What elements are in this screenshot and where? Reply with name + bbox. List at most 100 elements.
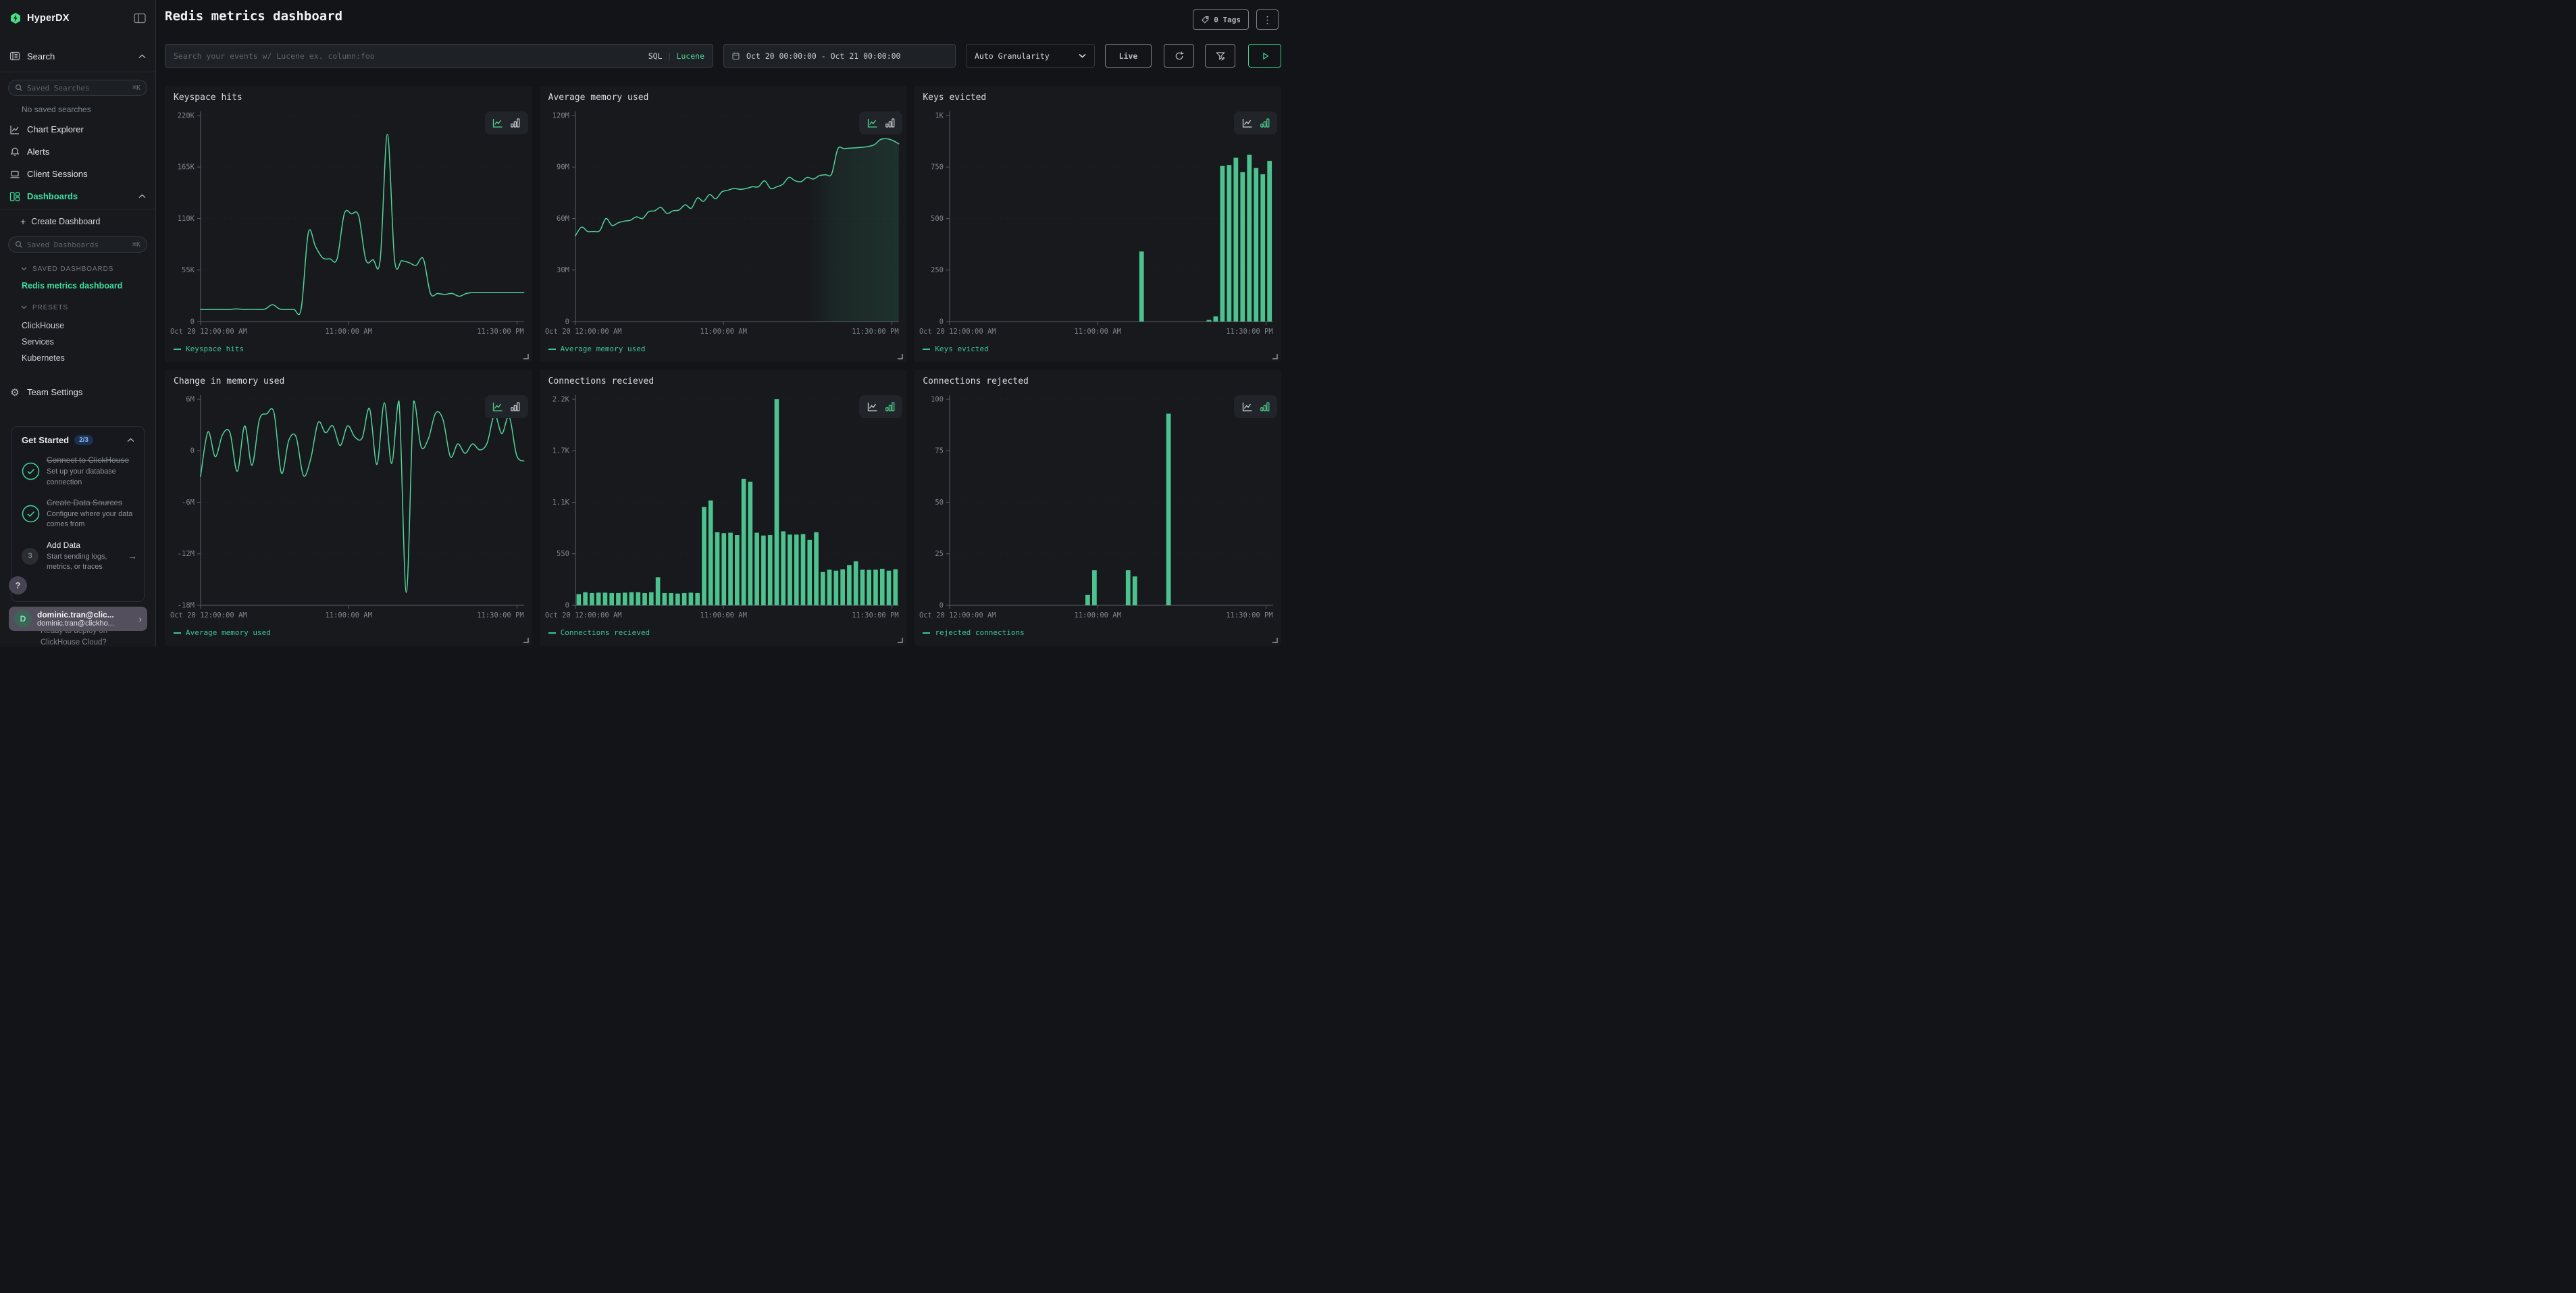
step-title: Create Data Sources (47, 497, 134, 508)
live-button[interactable]: Live (1105, 44, 1152, 68)
sidebar-item-alerts[interactable]: Alerts (0, 141, 155, 163)
bar-chart-toggle-icon[interactable] (511, 402, 520, 411)
y-tick-label: 0 (565, 318, 569, 326)
main-content: Redis metrics dashboard 0 Tags ⋮ SQL | L… (157, 0, 1288, 646)
play-icon (1260, 51, 1270, 61)
y-tick-label: 0 (939, 601, 944, 609)
user-menu[interactable]: D dominic.tran@clic... dominic.tran@clic… (9, 607, 147, 631)
get-started-step-datasources[interactable]: Create Data Sources Configure where your… (22, 497, 134, 530)
chart-panel: Connections recieved 2.2K1.7K1.1K5500Oct… (540, 370, 907, 646)
panel-resize-handle[interactable] (897, 637, 903, 643)
line-chart-toggle-icon[interactable] (1242, 118, 1253, 128)
date-range-picker[interactable]: Oct 20 00:00:00 - Oct 21 00:00:00 (723, 44, 956, 68)
panel-resize-handle[interactable] (1272, 637, 1278, 643)
granularity-select[interactable]: Auto Granularity (966, 44, 1095, 68)
x-tick-label: Oct 20 12:00:00 AM (919, 328, 996, 336)
panel-resize-handle[interactable] (523, 353, 529, 359)
y-tick-label: 550 (557, 550, 569, 558)
bar-chart-toggle-icon[interactable] (885, 118, 895, 128)
chart-legend[interactable]: Keys evicted (923, 345, 988, 353)
y-tick-label: -18M (178, 601, 195, 609)
help-button[interactable]: ? (9, 576, 27, 594)
event-search: SQL | Lucene (165, 44, 713, 68)
line-chart-toggle-icon[interactable] (1242, 402, 1253, 411)
filter-button[interactable] (1205, 44, 1235, 68)
chart-plot: 2.2K1.7K1.1K5500Oct 20 12:00:00 AM11:00:… (540, 370, 907, 646)
sidebar-item-client-sessions[interactable]: Client Sessions (0, 163, 155, 185)
chart-panel: Average memory used 120M90M60M30M0Oct 20… (540, 86, 907, 362)
run-query-button[interactable] (1248, 44, 1281, 68)
panel-resize-handle[interactable] (523, 637, 529, 643)
get-started-step-add-data[interactable]: 3 Add Data Start sending logs, metrics, … (22, 540, 134, 573)
saved-dashboards-input[interactable] (27, 240, 132, 249)
chart-legend-label: Keyspace hits (186, 345, 244, 353)
chart-legend[interactable]: Average memory used (548, 345, 646, 353)
y-tick-label: 75 (935, 447, 944, 455)
panel-resize-handle[interactable] (1272, 353, 1278, 359)
chevron-up-icon (127, 438, 134, 442)
sidebar-item-preset-services[interactable]: Services (0, 334, 155, 350)
saved-searches-search[interactable]: ⌘K (8, 80, 147, 96)
chart-legend[interactable]: Connections recieved (548, 628, 650, 637)
sidebar-item-search[interactable]: Search (0, 46, 155, 66)
chart-legend[interactable]: Keyspace hits (174, 345, 244, 353)
tags-button[interactable]: 0 Tags (1193, 9, 1249, 30)
chart-view-toggle (859, 395, 902, 418)
get-started-step-connect[interactable]: Connect to ClickHouse Set up your databa… (22, 455, 134, 488)
sidebar-collapse-icon[interactable] (134, 13, 146, 24)
saved-dashboards-section-header[interactable]: SAVED DASHBOARDS (0, 263, 155, 274)
saved-searches-input[interactable] (27, 84, 132, 93)
chevron-down-icon (21, 267, 27, 271)
chart-title: Change in memory used (174, 376, 284, 386)
check-circle-icon (22, 505, 40, 523)
search-section-icon (9, 51, 20, 61)
chart-legend[interactable]: Average memory used (174, 628, 271, 637)
x-tick-label: 11:00:00 AM (1075, 328, 1121, 336)
x-tick-label: Oct 20 12:00:00 AM (170, 328, 247, 336)
get-started-header[interactable]: Get Started 2/3 (22, 435, 134, 445)
sidebar-item-preset-kubernetes[interactable]: Kubernetes (0, 350, 155, 366)
x-tick-label: 11:00:00 AM (1075, 611, 1121, 619)
panel-resize-handle[interactable] (897, 353, 903, 359)
step-title: Add Data (47, 540, 134, 551)
hyperdx-logo-icon (9, 12, 22, 24)
bar-chart-toggle-icon[interactable] (511, 118, 520, 128)
sidebar-item-redis-dashboard[interactable]: Redis metrics dashboard (0, 278, 155, 293)
presets-section-header[interactable]: PRESETS (0, 302, 155, 313)
laptop-icon (9, 169, 20, 180)
bar-chart-toggle-icon[interactable] (885, 402, 895, 411)
create-dashboard-button[interactable]: + Create Dashboard (0, 212, 155, 231)
line-chart-toggle-icon[interactable] (492, 402, 503, 411)
x-tick-label: 11:00:00 AM (700, 611, 746, 619)
line-chart-toggle-icon[interactable] (867, 118, 878, 128)
y-tick-label: 25 (935, 550, 944, 558)
sidebar-item-dashboards[interactable]: Dashboards (0, 185, 155, 207)
bar-chart-toggle-icon[interactable] (1260, 402, 1270, 411)
x-tick-label: 11:30:00 PM (852, 328, 898, 336)
chart-legend[interactable]: rejected connections (923, 628, 1024, 637)
y-tick-label: 6M (186, 395, 195, 403)
shortcut-badge: ⌘K (132, 84, 140, 92)
y-tick-label: 220K (178, 111, 195, 120)
y-tick-label: 1.7K (552, 447, 569, 455)
chart-plot: 120M90M60M30M0Oct 20 12:00:00 AM11:00:00… (540, 86, 907, 362)
line-chart-toggle-icon[interactable] (492, 118, 503, 128)
sidebar-item-preset-clickhouse[interactable]: ClickHouse (0, 318, 155, 334)
bar-chart-toggle-icon[interactable] (1260, 118, 1270, 128)
sidebar-item-team-settings[interactable]: ⚙ Team Settings (0, 382, 155, 401)
tags-button-label: 0 Tags (1214, 16, 1241, 24)
sidebar-item-chart-explorer[interactable]: Chart Explorer (0, 118, 155, 141)
y-tick-label: 750 (931, 163, 944, 172)
more-menu-button[interactable]: ⋮ (1256, 9, 1279, 30)
sql-mode-toggle[interactable]: SQL (648, 51, 663, 61)
legend-dash (923, 349, 930, 350)
line-chart-toggle-icon[interactable] (867, 402, 878, 411)
refresh-button[interactable] (1164, 44, 1194, 68)
lucene-mode-toggle[interactable]: Lucene (676, 51, 704, 61)
event-search-input[interactable] (174, 51, 648, 61)
saved-dashboards-search[interactable]: ⌘K (8, 236, 147, 253)
toolbar: SQL | Lucene Oct 20 00:00:00 - Oct 21 00… (157, 39, 1288, 68)
chart-panel: Change in memory used 6M0-6M-12M-18MOct … (165, 370, 532, 646)
granularity-value: Auto Granularity (975, 51, 1050, 61)
section-title: PRESETS (32, 304, 68, 311)
